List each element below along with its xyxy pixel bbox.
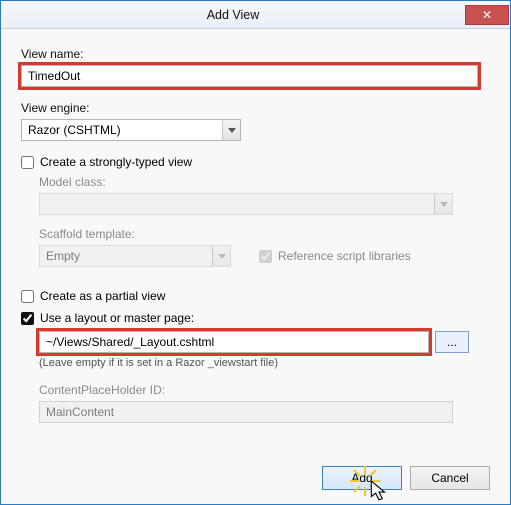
layout-path-row: ... (Leave empty if it is set in a Razor… xyxy=(39,331,490,369)
layout-path-input[interactable] xyxy=(39,331,429,353)
view-name-label: View name: xyxy=(21,47,490,61)
model-class-row: Model class: xyxy=(39,175,490,215)
scaffold-label: Scaffold template: xyxy=(39,227,490,241)
reference-libraries-checkbox xyxy=(259,250,272,263)
layout-hint: (Leave empty if it is set in a Razor _vi… xyxy=(39,357,490,369)
placeholder-row: ContentPlaceHolder ID: xyxy=(39,383,490,423)
view-name-row: View name: xyxy=(21,47,490,87)
view-engine-row: View engine: xyxy=(21,101,490,141)
scaffold-row: Scaffold template: Reference script libr… xyxy=(39,227,490,267)
browse-button-label: ... xyxy=(447,335,457,349)
dialog-title: Add View xyxy=(1,8,465,22)
strongly-typed-row: Create a strongly-typed view xyxy=(21,155,490,169)
strongly-typed-label: Create a strongly-typed view xyxy=(40,155,192,169)
placeholder-label: ContentPlaceHolder ID: xyxy=(39,383,490,397)
view-engine-select[interactable] xyxy=(21,119,241,141)
close-button[interactable]: ✕ xyxy=(465,5,509,25)
scaffold-template-select xyxy=(39,245,231,267)
model-class-select xyxy=(39,193,453,215)
dialog-footer: Add Cancel xyxy=(322,466,490,490)
cancel-button[interactable]: Cancel xyxy=(410,466,490,490)
view-engine-label: View engine: xyxy=(21,101,490,115)
model-class-label: Model class: xyxy=(39,175,490,189)
reference-libraries-row: Reference script libraries xyxy=(259,249,411,263)
partial-view-row: Create as a partial view xyxy=(21,289,490,303)
cancel-button-label: Cancel xyxy=(431,471,468,485)
add-button-label: Add xyxy=(351,471,372,485)
partial-view-label: Create as a partial view xyxy=(40,289,165,303)
strongly-typed-checkbox[interactable] xyxy=(21,156,34,169)
use-layout-label: Use a layout or master page: xyxy=(40,311,194,325)
view-name-input[interactable] xyxy=(21,65,478,87)
browse-button[interactable]: ... xyxy=(435,331,469,353)
reference-libraries-label: Reference script libraries xyxy=(278,249,411,263)
close-icon: ✕ xyxy=(482,9,492,21)
placeholder-input xyxy=(39,401,453,423)
use-layout-row: Use a layout or master page: xyxy=(21,311,490,325)
partial-view-checkbox[interactable] xyxy=(21,290,34,303)
use-layout-checkbox[interactable] xyxy=(21,312,34,325)
dialog-client-area: View name: View engine: Create a strongl… xyxy=(1,29,510,504)
titlebar: Add View ✕ xyxy=(1,1,510,29)
dialog-window: Add View ✕ View name: View engine: xyxy=(0,0,511,505)
add-button[interactable]: Add xyxy=(322,466,402,490)
